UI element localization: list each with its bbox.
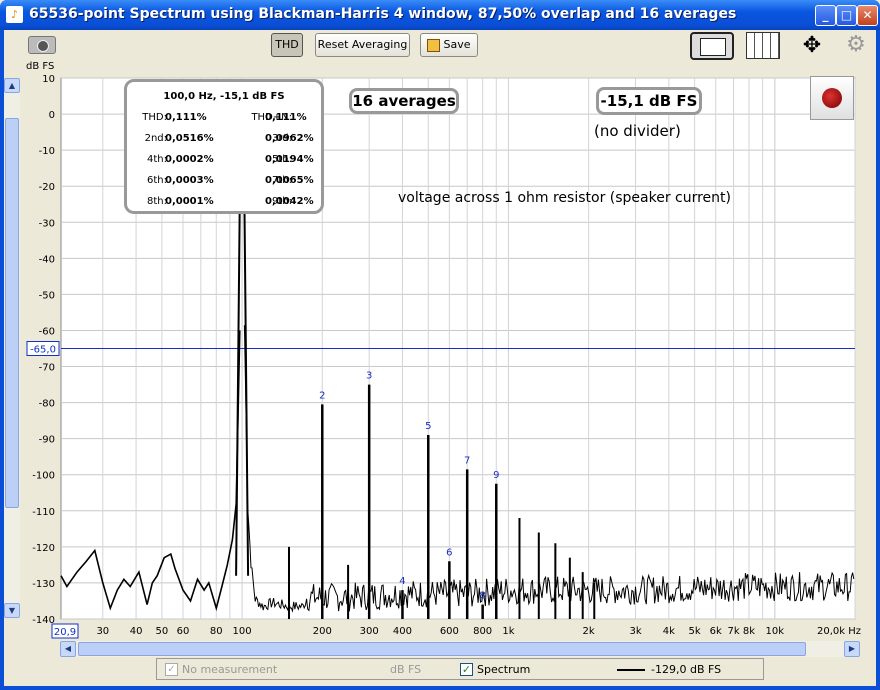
y-tick-label: -40 [39,254,55,265]
harmonic-label: 3 [366,371,372,382]
level-badge: -15,1 dB FS [596,87,702,115]
chart-annotation: voltage across 1 ohm resistor (speaker c… [398,190,731,206]
harmonic-label: 5 [425,421,431,432]
harmonic-label: 4 [399,576,405,587]
readout-label-a: THD: [142,112,167,123]
spectrum-label: Spectrum [477,663,531,676]
app-icon: ♪ [6,6,23,23]
x-tick-label: 20,0k Hz [817,626,861,637]
readout-value-a: 0,0002% [165,154,214,165]
maximize-button[interactable]: □ [836,5,857,26]
client-area: THD Reset Averaging Save ✥ ⚙ dB FS ▲ ▼ 1… [4,30,876,686]
minimize-button[interactable]: _ [815,5,836,26]
no-measurement-label: No measurement [182,663,278,676]
readout-value-a: 0,111% [165,112,207,123]
y-tick-label: -120 [32,543,55,554]
window-title: 65536-point Spectrum using Blackman-Harr… [29,6,737,22]
y-tick-label: -80 [39,399,55,410]
horizontal-scrollbar[interactable]: ◀ ▶ [60,641,860,657]
readout-label-a: 6th: [147,175,167,186]
x-tick-label: 300 [360,626,379,637]
legend-bar: ✓ No measurement dB FS ✓ Spectrum -129,0… [156,658,764,680]
legend-unit: dB FS [390,663,422,676]
harmonic-label: 8 [479,591,485,602]
readout-value-a: 0,0516% [165,133,214,144]
spectrum-level-label: -129,0 dB FS [651,663,722,676]
x-tick-label: 5k [689,626,701,637]
horizontal-scroll-thumb[interactable] [78,642,806,656]
readout-label-a: 8th: [147,196,167,207]
spectrum-line-swatch [617,669,645,671]
y-tick-label: -110 [32,507,55,518]
x-tick-label: 8k [743,626,755,637]
readout-value-b: 0,0065% [265,175,314,186]
x-tick-label: 4k [663,626,675,637]
divider-note: (no divider) [594,122,681,140]
title-bar[interactable]: ♪ 65536-point Spectrum using Blackman-Ha… [0,0,880,30]
averages-badge: 16 averages [349,88,459,114]
x-tick-label: 800 [473,626,492,637]
x-tick-label: 7k [727,626,739,637]
cursor-value: -65,0 [30,345,56,356]
readout-value-a: 0,0003% [165,175,214,186]
harmonic-label: 2 [319,390,325,401]
readout-header: 100,0 Hz, -15,1 dB FS [163,91,285,102]
x-tick-label: 30 [96,626,109,637]
y-tick-label: -10 [39,146,55,157]
harmonic-label: 9 [493,470,499,481]
y-tick-label: -30 [39,218,55,229]
y-tick-label: 10 [42,74,55,85]
x-tick-label: 600 [440,626,459,637]
x-tick-label: 2k [583,626,595,637]
x-tick-label: 3k [629,626,641,637]
no-measurement-checkbox[interactable]: ✓ [165,663,178,676]
readout-value-b: 0,111% [265,112,307,123]
y-tick-label: -60 [39,326,55,337]
close-button[interactable]: ✕ [857,5,878,26]
harmonic-label: 6 [446,547,452,558]
scroll-right-icon[interactable]: ▶ [844,641,860,657]
y-tick-label: -90 [39,435,55,446]
x-tick-label: 80 [210,626,223,637]
y-tick-label: -100 [32,471,55,482]
readout-value-b: 0,0194% [265,154,314,165]
harmonic-label: 7 [464,455,470,466]
record-button[interactable] [810,76,854,120]
x-tick-label: 200 [313,626,332,637]
scroll-left-icon[interactable]: ◀ [60,641,76,657]
readout-value-b: 0,0962% [265,133,314,144]
x-start-value: 20,9 [54,627,76,638]
x-tick-label: 50 [156,626,169,637]
readout-value-b: 0,0042% [265,196,314,207]
readout-label-a: 4th: [147,154,167,165]
readout-label-a: 2nd: [144,133,167,144]
x-tick-label: 40 [130,626,143,637]
x-tick-label: 100 [233,626,252,637]
x-tick-label: 1k [502,626,514,637]
y-tick-label: -20 [39,182,55,193]
x-tick-label: 400 [393,626,412,637]
x-tick-label: 10k [766,626,785,637]
x-tick-label: 60 [177,626,190,637]
y-tick-label: -70 [39,363,55,374]
readout-value-a: 0,0001% [165,196,214,207]
thd-readout-panel: 100,0 Hz, -15,1 dB FS THD: 0,111% THD+N: 0,… [124,79,324,214]
x-tick-label: 6k [710,626,722,637]
y-tick-label: -50 [39,290,55,301]
spectrum-checkbox[interactable]: ✓ [460,663,473,676]
y-tick-label: 0 [49,110,55,121]
y-tick-label: -130 [32,579,55,590]
application-window: ♪ 65536-point Spectrum using Blackman-Ha… [0,0,880,690]
